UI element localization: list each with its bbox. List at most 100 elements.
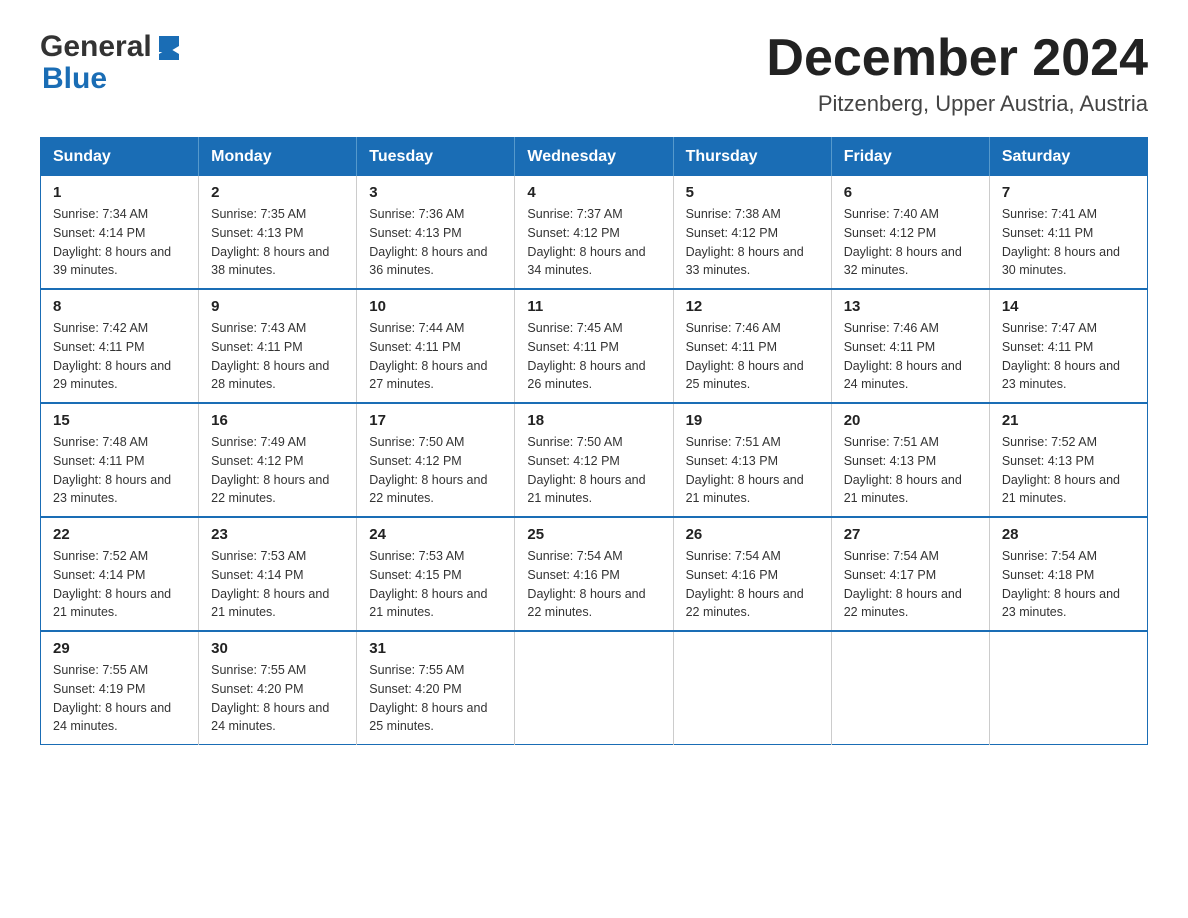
day-number: 16 xyxy=(211,412,344,429)
day-number: 26 xyxy=(686,526,819,543)
day-number: 12 xyxy=(686,298,819,315)
calendar-cell: 14 Sunrise: 7:47 AM Sunset: 4:11 PM Dayl… xyxy=(989,289,1147,403)
day-info: Sunrise: 7:49 AM Sunset: 4:12 PM Dayligh… xyxy=(211,433,344,508)
day-number: 28 xyxy=(1002,526,1135,543)
week-row-5: 29 Sunrise: 7:55 AM Sunset: 4:19 PM Dayl… xyxy=(41,631,1148,745)
day-info: Sunrise: 7:43 AM Sunset: 4:11 PM Dayligh… xyxy=(211,319,344,394)
day-number: 3 xyxy=(369,184,502,201)
day-info: Sunrise: 7:44 AM Sunset: 4:11 PM Dayligh… xyxy=(369,319,502,394)
calendar-header: SundayMondayTuesdayWednesdayThursdayFrid… xyxy=(41,138,1148,177)
calendar-cell xyxy=(831,631,989,745)
day-info: Sunrise: 7:38 AM Sunset: 4:12 PM Dayligh… xyxy=(686,205,819,280)
day-info: Sunrise: 7:46 AM Sunset: 4:11 PM Dayligh… xyxy=(844,319,977,394)
day-info: Sunrise: 7:55 AM Sunset: 4:20 PM Dayligh… xyxy=(369,661,502,736)
days-of-week-row: SundayMondayTuesdayWednesdayThursdayFrid… xyxy=(41,138,1148,177)
day-info: Sunrise: 7:51 AM Sunset: 4:13 PM Dayligh… xyxy=(844,433,977,508)
calendar-cell: 8 Sunrise: 7:42 AM Sunset: 4:11 PM Dayli… xyxy=(41,289,199,403)
day-number: 2 xyxy=(211,184,344,201)
week-row-4: 22 Sunrise: 7:52 AM Sunset: 4:14 PM Dayl… xyxy=(41,517,1148,631)
calendar-cell: 21 Sunrise: 7:52 AM Sunset: 4:13 PM Dayl… xyxy=(989,403,1147,517)
calendar-cell: 2 Sunrise: 7:35 AM Sunset: 4:13 PM Dayli… xyxy=(199,176,357,289)
week-row-2: 8 Sunrise: 7:42 AM Sunset: 4:11 PM Dayli… xyxy=(41,289,1148,403)
calendar-cell: 24 Sunrise: 7:53 AM Sunset: 4:15 PM Dayl… xyxy=(357,517,515,631)
calendar-cell: 7 Sunrise: 7:41 AM Sunset: 4:11 PM Dayli… xyxy=(989,176,1147,289)
day-info: Sunrise: 7:50 AM Sunset: 4:12 PM Dayligh… xyxy=(369,433,502,508)
day-header-friday: Friday xyxy=(831,138,989,177)
calendar-cell xyxy=(989,631,1147,745)
day-info: Sunrise: 7:46 AM Sunset: 4:11 PM Dayligh… xyxy=(686,319,819,394)
calendar-cell: 22 Sunrise: 7:52 AM Sunset: 4:14 PM Dayl… xyxy=(41,517,199,631)
calendar-cell: 31 Sunrise: 7:55 AM Sunset: 4:20 PM Dayl… xyxy=(357,631,515,745)
month-title: December 2024 xyxy=(766,30,1148,87)
calendar-table: SundayMondayTuesdayWednesdayThursdayFrid… xyxy=(40,137,1148,745)
day-info: Sunrise: 7:54 AM Sunset: 4:16 PM Dayligh… xyxy=(686,547,819,622)
page-header: General Blue December 2024 Pitzenberg, U… xyxy=(40,30,1148,117)
day-number: 27 xyxy=(844,526,977,543)
day-number: 30 xyxy=(211,640,344,657)
calendar-cell: 15 Sunrise: 7:48 AM Sunset: 4:11 PM Dayl… xyxy=(41,403,199,517)
day-info: Sunrise: 7:50 AM Sunset: 4:12 PM Dayligh… xyxy=(527,433,660,508)
day-info: Sunrise: 7:47 AM Sunset: 4:11 PM Dayligh… xyxy=(1002,319,1135,394)
calendar-cell: 10 Sunrise: 7:44 AM Sunset: 4:11 PM Dayl… xyxy=(357,289,515,403)
calendar-cell: 26 Sunrise: 7:54 AM Sunset: 4:16 PM Dayl… xyxy=(673,517,831,631)
day-number: 15 xyxy=(53,412,186,429)
title-section: December 2024 Pitzenberg, Upper Austria,… xyxy=(766,30,1148,117)
day-header-wednesday: Wednesday xyxy=(515,138,673,177)
day-info: Sunrise: 7:55 AM Sunset: 4:19 PM Dayligh… xyxy=(53,661,186,736)
day-header-thursday: Thursday xyxy=(673,138,831,177)
day-number: 24 xyxy=(369,526,502,543)
day-info: Sunrise: 7:51 AM Sunset: 4:13 PM Dayligh… xyxy=(686,433,819,508)
day-number: 7 xyxy=(1002,184,1135,201)
week-row-1: 1 Sunrise: 7:34 AM Sunset: 4:14 PM Dayli… xyxy=(41,176,1148,289)
day-info: Sunrise: 7:54 AM Sunset: 4:17 PM Dayligh… xyxy=(844,547,977,622)
calendar-cell xyxy=(515,631,673,745)
day-info: Sunrise: 7:54 AM Sunset: 4:16 PM Dayligh… xyxy=(527,547,660,622)
logo: General Blue xyxy=(40,30,183,96)
day-info: Sunrise: 7:40 AM Sunset: 4:12 PM Dayligh… xyxy=(844,205,977,280)
day-header-saturday: Saturday xyxy=(989,138,1147,177)
calendar-cell: 28 Sunrise: 7:54 AM Sunset: 4:18 PM Dayl… xyxy=(989,517,1147,631)
day-header-monday: Monday xyxy=(199,138,357,177)
day-info: Sunrise: 7:54 AM Sunset: 4:18 PM Dayligh… xyxy=(1002,547,1135,622)
day-number: 17 xyxy=(369,412,502,429)
day-info: Sunrise: 7:45 AM Sunset: 4:11 PM Dayligh… xyxy=(527,319,660,394)
calendar-cell: 5 Sunrise: 7:38 AM Sunset: 4:12 PM Dayli… xyxy=(673,176,831,289)
day-number: 23 xyxy=(211,526,344,543)
calendar-cell: 17 Sunrise: 7:50 AM Sunset: 4:12 PM Dayl… xyxy=(357,403,515,517)
day-info: Sunrise: 7:41 AM Sunset: 4:11 PM Dayligh… xyxy=(1002,205,1135,280)
day-number: 31 xyxy=(369,640,502,657)
calendar-cell: 16 Sunrise: 7:49 AM Sunset: 4:12 PM Dayl… xyxy=(199,403,357,517)
calendar-cell: 11 Sunrise: 7:45 AM Sunset: 4:11 PM Dayl… xyxy=(515,289,673,403)
calendar-cell: 27 Sunrise: 7:54 AM Sunset: 4:17 PM Dayl… xyxy=(831,517,989,631)
day-number: 1 xyxy=(53,184,186,201)
day-number: 19 xyxy=(686,412,819,429)
day-header-sunday: Sunday xyxy=(41,138,199,177)
calendar-cell: 19 Sunrise: 7:51 AM Sunset: 4:13 PM Dayl… xyxy=(673,403,831,517)
calendar-cell: 29 Sunrise: 7:55 AM Sunset: 4:19 PM Dayl… xyxy=(41,631,199,745)
day-info: Sunrise: 7:55 AM Sunset: 4:20 PM Dayligh… xyxy=(211,661,344,736)
day-info: Sunrise: 7:53 AM Sunset: 4:14 PM Dayligh… xyxy=(211,547,344,622)
day-number: 14 xyxy=(1002,298,1135,315)
day-number: 29 xyxy=(53,640,186,657)
day-number: 10 xyxy=(369,298,502,315)
calendar-cell: 1 Sunrise: 7:34 AM Sunset: 4:14 PM Dayli… xyxy=(41,176,199,289)
day-number: 22 xyxy=(53,526,186,543)
week-row-3: 15 Sunrise: 7:48 AM Sunset: 4:11 PM Dayl… xyxy=(41,403,1148,517)
day-number: 6 xyxy=(844,184,977,201)
calendar-cell xyxy=(673,631,831,745)
day-number: 21 xyxy=(1002,412,1135,429)
day-number: 5 xyxy=(686,184,819,201)
calendar-cell: 13 Sunrise: 7:46 AM Sunset: 4:11 PM Dayl… xyxy=(831,289,989,403)
calendar-cell: 30 Sunrise: 7:55 AM Sunset: 4:20 PM Dayl… xyxy=(199,631,357,745)
day-info: Sunrise: 7:36 AM Sunset: 4:13 PM Dayligh… xyxy=(369,205,502,280)
logo-general-text: General xyxy=(40,30,152,64)
calendar-cell: 25 Sunrise: 7:54 AM Sunset: 4:16 PM Dayl… xyxy=(515,517,673,631)
day-info: Sunrise: 7:52 AM Sunset: 4:14 PM Dayligh… xyxy=(53,547,186,622)
calendar-cell: 18 Sunrise: 7:50 AM Sunset: 4:12 PM Dayl… xyxy=(515,403,673,517)
day-info: Sunrise: 7:53 AM Sunset: 4:15 PM Dayligh… xyxy=(369,547,502,622)
location-text: Pitzenberg, Upper Austria, Austria xyxy=(766,91,1148,117)
day-info: Sunrise: 7:34 AM Sunset: 4:14 PM Dayligh… xyxy=(53,205,186,280)
day-number: 25 xyxy=(527,526,660,543)
calendar-body: 1 Sunrise: 7:34 AM Sunset: 4:14 PM Dayli… xyxy=(41,176,1148,745)
calendar-cell: 20 Sunrise: 7:51 AM Sunset: 4:13 PM Dayl… xyxy=(831,403,989,517)
